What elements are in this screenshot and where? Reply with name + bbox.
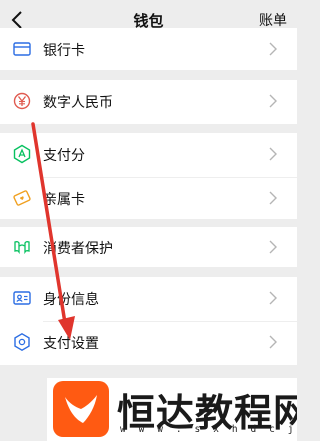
chevron-right-icon (269, 240, 277, 254)
chevron-right-icon (269, 42, 277, 56)
identity-info-icon (13, 291, 31, 305)
list-item-label: 支付设置 (43, 336, 99, 352)
list-item-payment-settings[interactable]: 支付设置 (0, 321, 297, 365)
list-item-bank-card[interactable]: 银行卡 (0, 28, 297, 70)
chevron-right-icon (269, 335, 277, 349)
group-pay-score: 支付分 亲属卡 (0, 133, 297, 219)
list-item-label: 银行卡 (43, 43, 85, 59)
bill-button[interactable]: 账单 (259, 10, 287, 30)
list-item-label: 身份信息 (43, 292, 99, 308)
list-item-identity-info[interactable]: 身份信息 (0, 277, 297, 321)
list-item-consumer-protection[interactable]: 消费者保护 (0, 227, 297, 267)
bank-card-icon (13, 42, 31, 56)
watermark-logo-icon (53, 381, 109, 437)
group-identity-settings: 身份信息 支付设置 (0, 277, 297, 365)
payment-settings-icon (14, 332, 30, 352)
watermark-url: w w w . s x h d c j . c o m (120, 424, 297, 435)
group-digital-rmb: 数字人民币 (0, 80, 297, 124)
chevron-right-icon (269, 291, 277, 305)
watermark: 恒达教程网 w w w . s x h d c j . c o m (47, 378, 297, 441)
list-item-pay-score[interactable]: 支付分 (0, 133, 297, 177)
list-item-label: 支付分 (43, 148, 85, 164)
list-item-digital-rmb[interactable]: 数字人民币 (0, 80, 297, 124)
group-bank-card: 银行卡 (0, 28, 297, 70)
list-item-label: 消费者保护 (43, 241, 113, 257)
group-consumer-protection: 消费者保护 (0, 227, 297, 267)
chevron-right-icon (269, 147, 277, 161)
list-item-family-card[interactable]: 亲属卡 (0, 177, 297, 219)
pay-score-icon (13, 144, 31, 164)
chevron-right-icon (269, 94, 277, 108)
chevron-right-icon (269, 191, 277, 205)
list-item-label: 亲属卡 (43, 192, 85, 208)
consumer-protection-icon (14, 241, 30, 255)
digital-rmb-icon (13, 92, 31, 110)
list-item-label: 数字人民币 (43, 95, 113, 111)
wallet-screen: 钱包 账单 银行卡 数字人民币 支付分 亲属卡 消费者保护 身份信息 支付设置 … (0, 0, 297, 441)
family-card-icon (13, 190, 31, 206)
